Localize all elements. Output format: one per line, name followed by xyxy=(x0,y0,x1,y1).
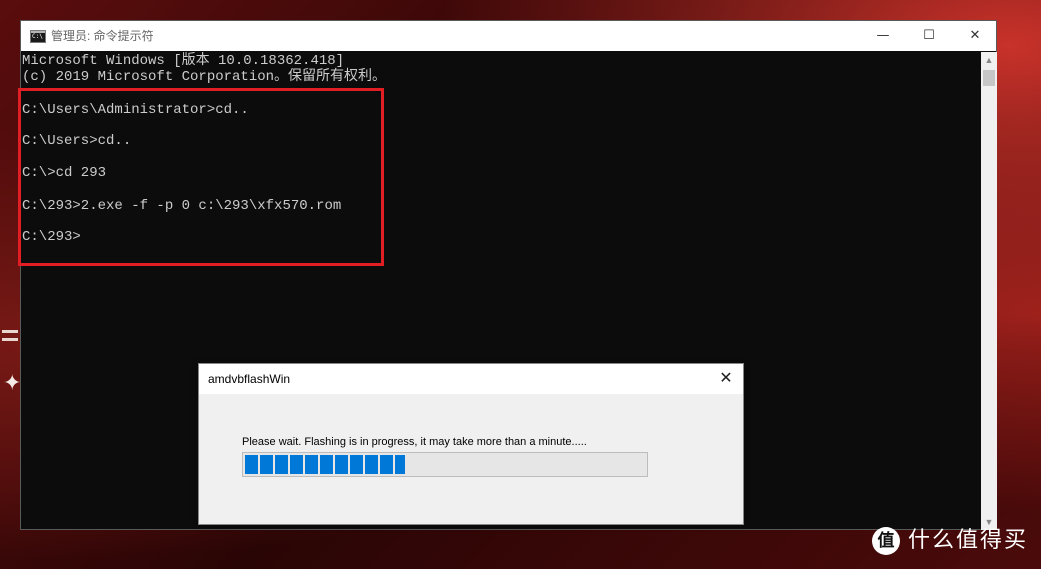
progress-segment xyxy=(245,455,258,474)
console-line: (c) 2019 Microsoft Corporation。保留所有权利。 xyxy=(22,69,387,85)
progress-segment xyxy=(350,455,363,474)
progress-segment xyxy=(275,455,288,474)
wallpaper-decoration xyxy=(0,300,20,420)
red-highlight-box xyxy=(18,88,384,266)
console-line: Microsoft Windows [版本 10.0.18362.418] xyxy=(22,53,345,69)
progress-segment xyxy=(260,455,273,474)
progress-segment xyxy=(365,455,378,474)
progress-segment xyxy=(335,455,348,474)
progress-segment xyxy=(320,455,333,474)
flash-progress-dialog: amdvbflashWin ✕ Please wait. Flashing is… xyxy=(198,363,744,525)
progress-segment xyxy=(305,455,318,474)
minimize-button[interactable]: — xyxy=(860,21,906,51)
watermark-logo-icon: 值 xyxy=(872,527,900,555)
progress-bar-fill xyxy=(245,455,405,474)
progress-segment xyxy=(290,455,303,474)
scrollbar-thumb[interactable] xyxy=(983,70,995,86)
close-button[interactable]: ✕ xyxy=(952,21,998,51)
dialog-close-button[interactable]: ✕ xyxy=(711,364,741,394)
progress-bar xyxy=(242,452,648,477)
window-title: 管理员: 命令提示符 xyxy=(51,29,154,43)
watermark: 值 什么值得买 xyxy=(872,526,1028,556)
dialog-title: amdvbflashWin xyxy=(208,372,291,386)
wallpaper-star-icon: ✦ xyxy=(3,370,22,395)
progress-segment xyxy=(395,455,405,474)
maximize-button[interactable]: ☐ xyxy=(906,21,952,51)
watermark-text: 什么值得买 xyxy=(908,528,1029,553)
progress-segment xyxy=(380,455,393,474)
title-bar[interactable]: 管理员: 命令提示符 — ☐ ✕ xyxy=(21,21,996,51)
scroll-up-icon[interactable]: ▲ xyxy=(981,52,997,68)
progress-message: Please wait. Flashing is in progress, it… xyxy=(242,436,587,448)
dialog-title-bar[interactable]: amdvbflashWin ✕ xyxy=(199,364,743,394)
vertical-scrollbar[interactable]: ▲ ▼ xyxy=(981,52,997,530)
command-prompt-icon xyxy=(30,30,46,43)
